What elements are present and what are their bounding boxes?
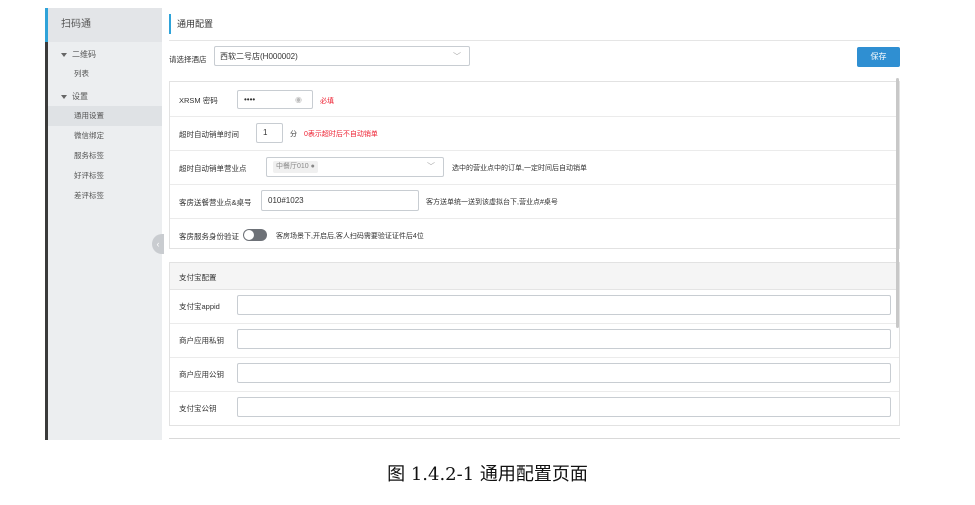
timeout-input[interactable]: 1 xyxy=(256,123,283,143)
setting-row-timeout: 超时自动销单时间 1 分 0表示超时后不自动销单 xyxy=(170,116,899,151)
outlet-label: 超时自动销单营业点 xyxy=(179,164,247,173)
alipay-public-key-label: 支付宝公钥 xyxy=(179,404,217,413)
divider xyxy=(169,40,900,41)
alipay-row-public-key: 商户应用公钥 xyxy=(170,357,899,392)
alipay-panel: 支付宝配置 支付宝appid 商户应用私钥 商户应用公钥 支付宝公钥 xyxy=(169,262,900,426)
eye-icon[interactable]: ◉ xyxy=(295,91,302,108)
alipay-row-appid: 支付宝appid xyxy=(170,289,899,324)
chevron-down-icon xyxy=(61,52,67,57)
outlet-note: 选中的营业点中的订单,一定时间后自动销单 xyxy=(452,165,587,172)
timeout-unit: 分 xyxy=(290,131,297,138)
divider xyxy=(169,438,900,439)
required-note: 必填 xyxy=(320,98,334,105)
merchant-public-key-label: 商户应用公钥 xyxy=(179,370,224,379)
xrsm-password-input[interactable]: •••• ◉ xyxy=(237,90,313,109)
chevron-down-icon: ﹀ xyxy=(427,162,435,171)
room-table-input[interactable]: 010#1023 xyxy=(261,190,419,211)
main-content: 通用配置 请选择酒店 西软二号店(H000002) ﹀ 保存 XRSM 密码 •… xyxy=(162,8,900,440)
room-label: 客房送餐营业点&桌号 xyxy=(179,198,252,207)
merchant-private-key-label: 商户应用私钥 xyxy=(179,336,224,345)
sidebar-group-settings[interactable]: 设置 xyxy=(48,88,162,106)
chevron-down-icon: ﹀ xyxy=(453,52,461,61)
sidebar-title: 扫码通 xyxy=(45,8,162,42)
sidebar-item-general-settings[interactable]: 通用设置 xyxy=(48,106,162,126)
alipay-public-key-input[interactable] xyxy=(237,397,891,417)
setting-row-room: 客房送餐营业点&桌号 010#1023 客方送单统一送到该虚拟台下,营业点#桌号 xyxy=(170,184,899,219)
toggle-knob xyxy=(244,230,254,240)
chevron-down-icon xyxy=(61,94,67,99)
alipay-header: 支付宝配置 xyxy=(170,263,899,290)
merchant-private-key-input[interactable] xyxy=(237,329,891,349)
verify-label: 客房服务身份验证 xyxy=(179,232,239,241)
sidebar: 扫码通 二维码 列表 设置 通用设置 微信绑定 服务标签 好评标签 差评标签 xyxy=(45,8,162,440)
sidebar-item-bad-review-tags[interactable]: 差评标签 xyxy=(48,186,162,206)
store-select[interactable]: 西软二号店(H000002) ﹀ xyxy=(214,46,470,66)
sidebar-item-service-tags[interactable]: 服务标签 xyxy=(48,146,162,166)
chevron-left-icon: ‹ xyxy=(156,239,160,249)
sidebar-item-wechat-binding[interactable]: 微信绑定 xyxy=(48,126,162,146)
settings-panel: XRSM 密码 •••• ◉ 必填 超时自动销单时间 1 分 0表示超时后不自动… xyxy=(169,81,900,249)
alipay-appid-label: 支付宝appid xyxy=(179,302,220,311)
sidebar-group-qrcode[interactable]: 二维码 xyxy=(48,46,162,64)
timeout-note: 0表示超时后不自动销单 xyxy=(304,131,378,138)
app-screenshot: 扫码通 二维码 列表 设置 通用设置 微信绑定 服务标签 好评标签 差评标签 ‹… xyxy=(45,8,900,440)
figure-caption: 图 1.4.2-1 通用配置页面 xyxy=(387,464,588,485)
verify-toggle[interactable] xyxy=(243,229,267,241)
timeout-label: 超时自动销单时间 xyxy=(179,130,239,139)
alipay-section-title: 支付宝配置 xyxy=(179,273,217,282)
setting-row-verify: 客房服务身份验证 客房场景下,开启后,客人扫码需要验证证件后4位 xyxy=(170,218,899,252)
alipay-row-private-key: 商户应用私钥 xyxy=(170,323,899,358)
verify-note: 客房场景下,开启后,客人扫码需要验证证件后4位 xyxy=(276,233,424,240)
store-label: 请选择酒店 xyxy=(169,55,207,64)
page-title: 通用配置 xyxy=(169,14,213,34)
sidebar-item-list[interactable]: 列表 xyxy=(48,64,162,84)
xrsm-label: XRSM 密码 xyxy=(179,96,218,105)
outlet-tag: 中餐厅010 ● xyxy=(273,161,318,173)
setting-row-xrsm: XRSM 密码 •••• ◉ 必填 xyxy=(170,82,899,117)
close-icon[interactable]: ● xyxy=(311,163,315,170)
setting-row-outlet: 超时自动销单营业点 中餐厅010 ● ﹀ 选中的营业点中的订单,一定时间后自动销… xyxy=(170,150,899,185)
save-button[interactable]: 保存 xyxy=(857,47,900,67)
alipay-row-alipay-public-key: 支付宝公钥 xyxy=(170,391,899,425)
alipay-appid-input[interactable] xyxy=(237,295,891,315)
room-note: 客方送单统一送到该虚拟台下,营业点#桌号 xyxy=(426,199,558,206)
sidebar-item-good-review-tags[interactable]: 好评标签 xyxy=(48,166,162,186)
merchant-public-key-input[interactable] xyxy=(237,363,891,383)
scrollbar[interactable] xyxy=(896,78,899,328)
store-select-value: 西软二号店(H000002) xyxy=(220,52,298,61)
outlet-select[interactable]: 中餐厅010 ● ﹀ xyxy=(266,157,444,177)
